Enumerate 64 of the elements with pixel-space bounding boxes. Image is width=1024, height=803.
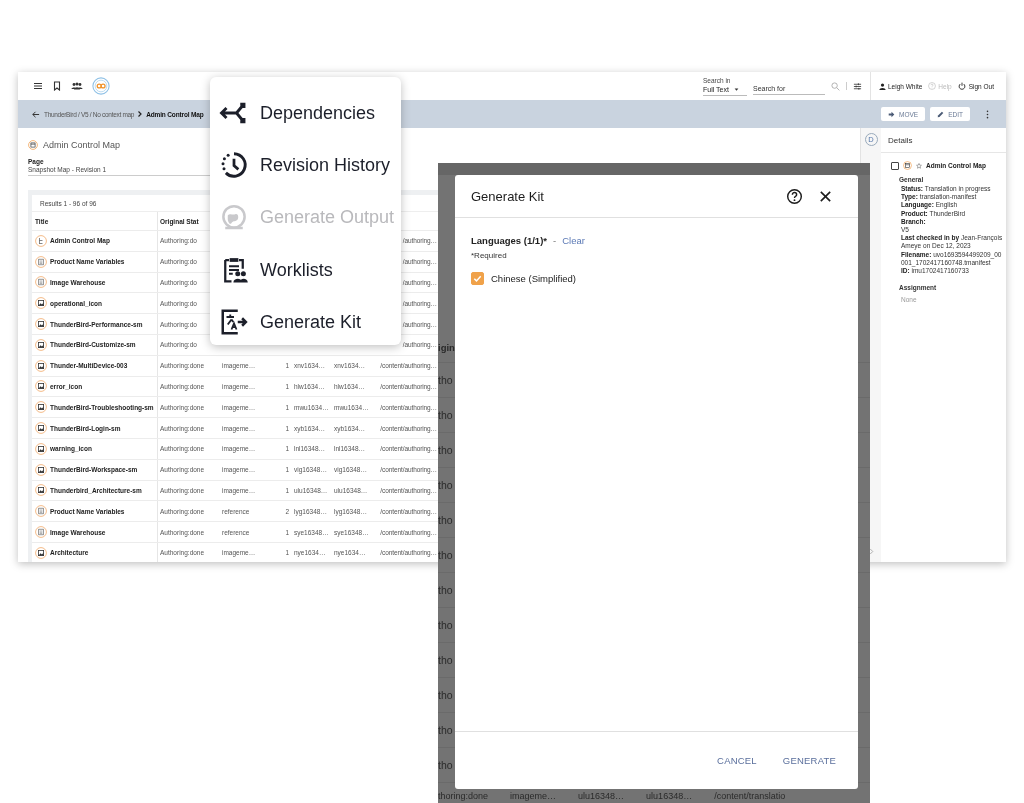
image-icon [35,546,47,559]
table-cell: tho [438,584,453,596]
separator: - [553,235,557,246]
filter-icon[interactable] [853,81,862,91]
languages-label: Languages (1/1)* [471,235,548,246]
table-cell: tho [438,374,453,386]
menu-icon[interactable] [33,81,43,91]
image-icon [35,484,47,497]
table-cell: ulu16348… [578,791,625,801]
table-cell: tho [438,619,453,631]
caret-icon [733,87,739,91]
table-cell: tho [438,549,453,561]
document-icon [35,505,47,518]
dialog-button[interactable]: GENERATE [774,751,844,770]
document-icon [35,276,47,289]
table-cell: ulu16348… [646,791,693,801]
chevron-icon [137,111,144,117]
table-cell: igin [438,342,455,353]
bookmark-icon[interactable] [52,81,62,91]
image-icon [35,442,47,455]
table-cell: tho [438,759,453,771]
image-icon [35,359,47,372]
menu-item[interactable]: Worklists [210,243,401,297]
history-icon [219,150,249,181]
image-icon [35,401,47,414]
table-cell: thoring:done [438,791,489,801]
back-arrow-icon[interactable] [31,109,40,119]
image-icon [35,380,47,393]
person-icon [879,82,886,90]
star-icon[interactable] [916,162,922,169]
language-option[interactable]: Chinese (Simplified) [491,273,576,284]
table-cell: /content/translatio [714,791,786,801]
image-icon [35,422,47,435]
table-cell: tho [438,724,453,736]
menu-item[interactable]: Generate Kit [210,296,401,349]
table-cell: tho [438,514,453,526]
help-icon [928,82,937,90]
chevron-icon[interactable] [869,548,874,555]
page-title: Admin Control Map [43,140,121,150]
arrow-icon [888,110,896,118]
image-icon [35,338,47,351]
table-cell: imageme… [510,791,557,801]
checkbox[interactable] [471,272,484,285]
image-icon [35,297,47,310]
table-cell: tho [438,689,453,701]
help-icon[interactable] [786,187,803,205]
people-icon[interactable] [71,81,83,91]
table-cell: tho [438,479,453,491]
power-icon [957,82,966,90]
clear-link[interactable]: Clear [562,235,585,246]
table-cell: tho [438,409,453,421]
checkbox[interactable] [891,161,899,170]
details-title: Details [881,128,1006,153]
image-icon [35,463,47,476]
table-cell: tho [438,444,453,456]
menu-item[interactable]: Dependencies [210,87,401,140]
document-icon [35,255,47,268]
dialog-button[interactable]: CANCEL [709,751,765,770]
table-cell: tho [438,654,453,666]
image-icon [35,318,47,331]
translate-icon [219,307,249,338]
pencil-icon [937,110,945,118]
required-note: *Required [471,251,508,260]
document-icon [35,526,47,539]
